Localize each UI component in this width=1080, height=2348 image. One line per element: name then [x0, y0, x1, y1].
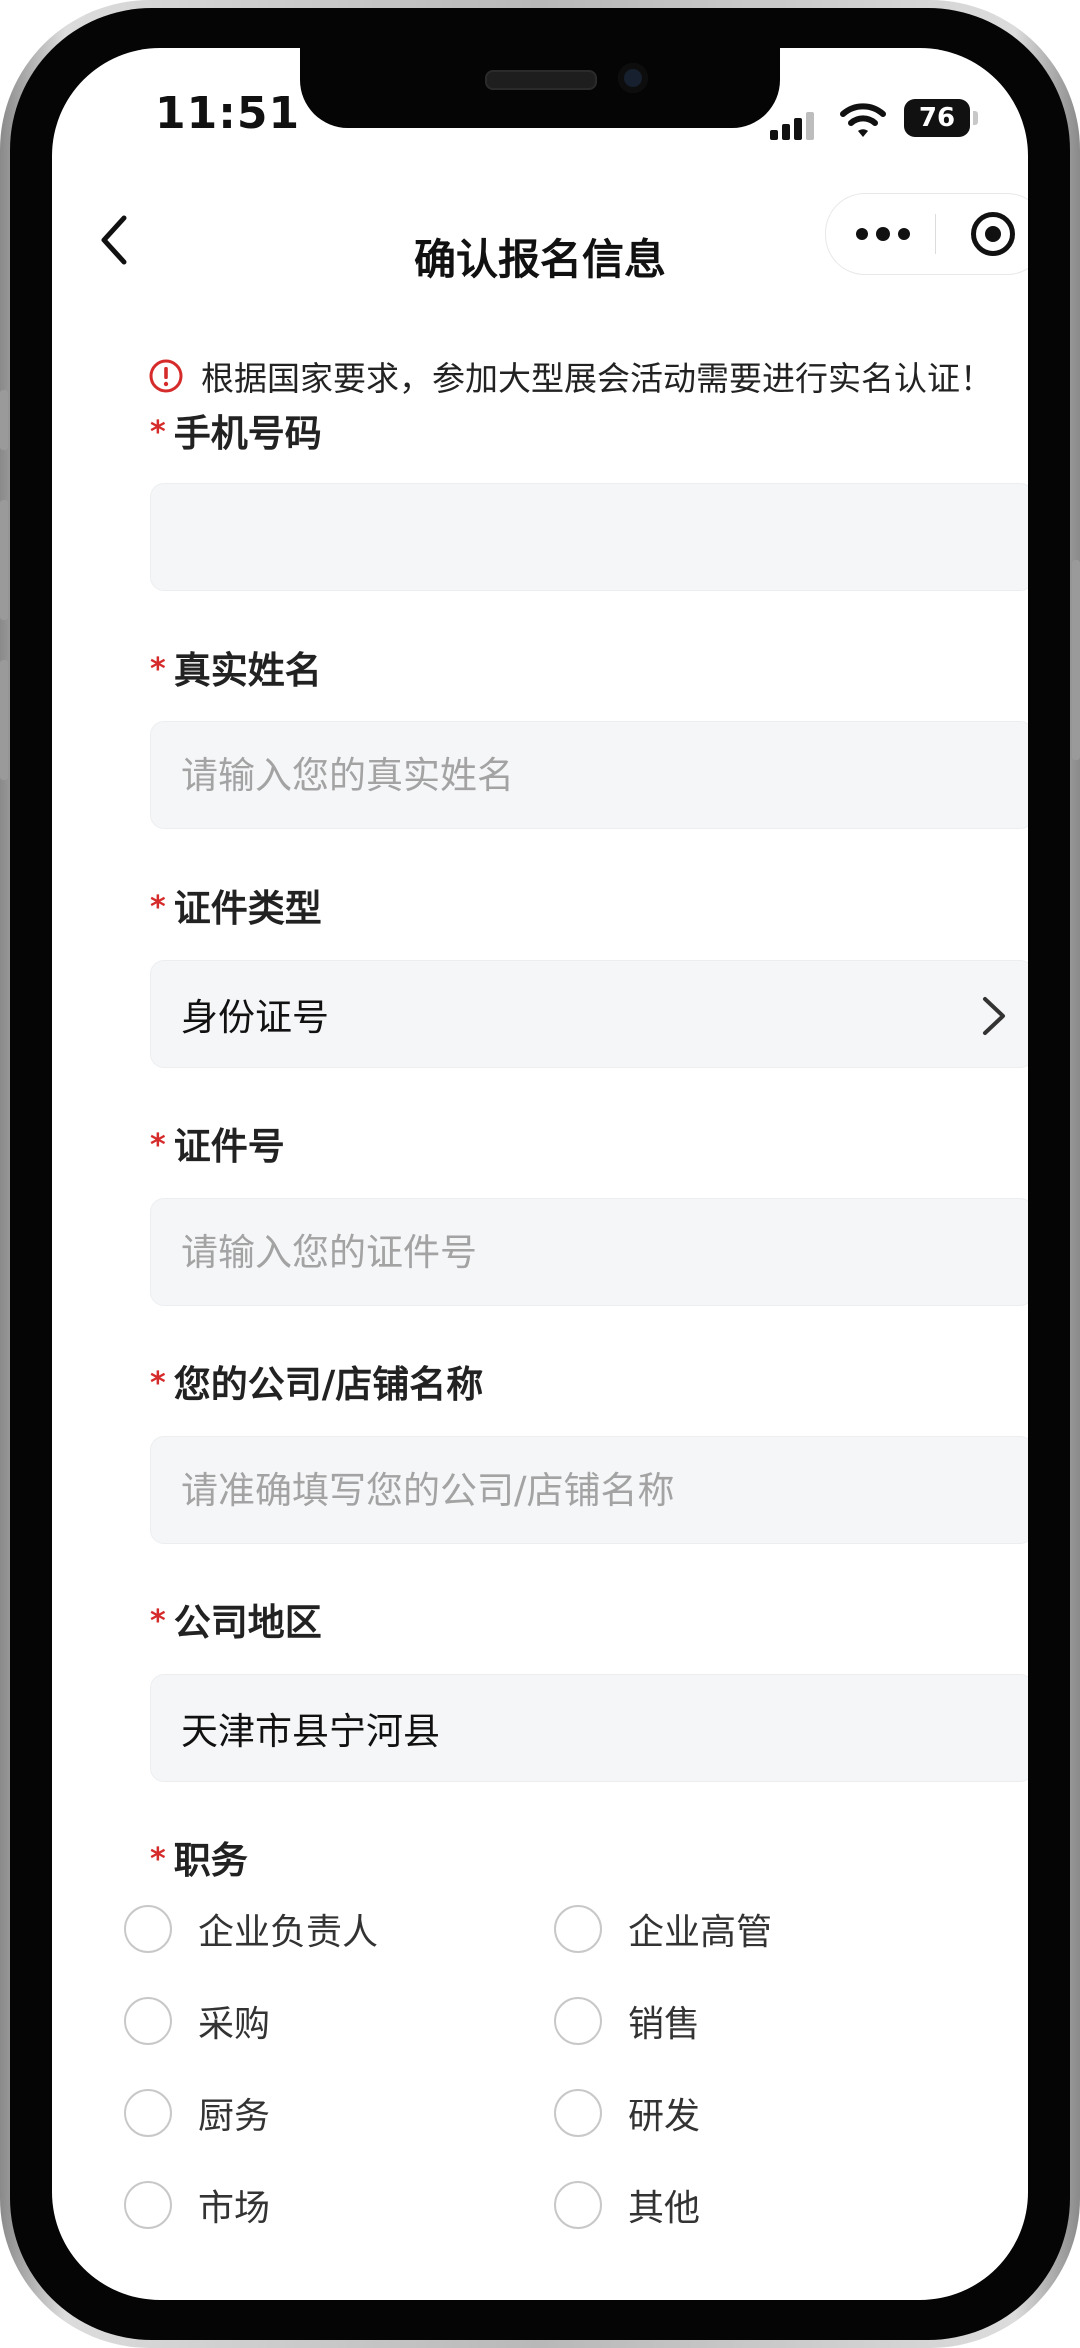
position-option[interactable]: 研发 [554, 2085, 700, 2141]
warning-icon [149, 359, 183, 393]
radio-label: 市场 [198, 2188, 271, 2229]
company-label: * 您的公司/店铺名称 [150, 1354, 483, 1408]
radio-circle[interactable] [124, 2089, 172, 2137]
capsule-divider [935, 214, 936, 254]
radio-circle[interactable] [554, 2089, 602, 2137]
radio-circle[interactable] [554, 1905, 602, 1953]
required-star: * [150, 1366, 166, 1401]
radio-circle[interactable] [124, 1905, 172, 1953]
required-star: * [150, 652, 166, 687]
id-type-label: * 证件类型 [150, 878, 322, 932]
phone-input[interactable] [150, 483, 1028, 591]
id-number-input[interactable] [150, 1198, 1028, 1306]
required-star: * [150, 1604, 166, 1639]
region-select[interactable]: 天津市县宁河县 [150, 1674, 1028, 1782]
radio-label: 销售 [628, 2004, 701, 2045]
battery-icon: 76 [904, 99, 970, 137]
side-button [1072, 560, 1080, 760]
position-option[interactable]: 企业负责人 [124, 1901, 378, 1957]
more-icon[interactable] [856, 216, 916, 252]
region-label: * 公司地区 [150, 1592, 322, 1646]
required-star: * [150, 415, 166, 450]
region-label-text: 公司地区 [173, 1601, 322, 1644]
position-option[interactable]: 销售 [554, 1993, 700, 2049]
screen: 11:51 76 确认报名信息 根据国家要求，参加大型展会活动需要进行实名认证！… [52, 48, 1028, 2300]
close-miniprogram-icon[interactable] [971, 212, 1015, 256]
radio-label: 其他 [628, 2188, 701, 2229]
radio-label: 企业高管 [628, 1912, 773, 1953]
radio-circle[interactable] [124, 1997, 172, 2045]
realname-notice: 根据国家要求，参加大型展会活动需要进行实名认证！ [149, 354, 993, 398]
radio-circle[interactable] [124, 2181, 172, 2229]
required-star: * [150, 890, 166, 925]
id-number-label-text: 证件号 [173, 1125, 285, 1168]
id-type-value: 身份证号 [181, 996, 329, 1039]
company-label-text: 您的公司/店铺名称 [173, 1363, 484, 1406]
radio-circle[interactable] [554, 2181, 602, 2229]
region-value: 天津市县宁河县 [181, 1710, 440, 1753]
id-type-select[interactable]: 身份证号 [150, 960, 1028, 1068]
battery-tip [973, 111, 978, 125]
side-button [0, 660, 8, 780]
wifi-icon [840, 103, 886, 137]
real-name-label-text: 真实姓名 [173, 649, 322, 692]
phone-label-text: 手机号码 [173, 412, 322, 455]
real-name-label: * 真实姓名 [150, 640, 322, 694]
phone-label: * 手机号码 [150, 403, 322, 457]
notice-text: 根据国家要求，参加大型展会活动需要进行实名认证！ [201, 359, 993, 398]
id-number-label: * 证件号 [150, 1116, 285, 1170]
position-option[interactable]: 市场 [124, 2177, 270, 2233]
side-button [0, 500, 8, 620]
back-icon[interactable] [96, 212, 136, 268]
radio-label: 企业负责人 [198, 1912, 379, 1953]
radio-label: 采购 [198, 2004, 271, 2045]
radio-label: 厨务 [198, 2096, 271, 2137]
speaker-grille [485, 70, 597, 90]
company-input[interactable] [150, 1436, 1028, 1544]
radio-circle[interactable] [554, 1997, 602, 2045]
id-type-label-text: 证件类型 [173, 887, 322, 930]
side-button [0, 390, 8, 450]
miniprogram-capsule [825, 193, 1028, 275]
position-option[interactable]: 其他 [554, 2177, 700, 2233]
real-name-input[interactable] [150, 721, 1028, 829]
position-option[interactable]: 采购 [124, 1993, 270, 2049]
position-option[interactable]: 厨务 [124, 2085, 270, 2141]
chevron-right-icon [983, 997, 1005, 1035]
signal-icon [770, 110, 820, 140]
required-star: * [150, 1842, 166, 1877]
front-camera [618, 63, 648, 93]
position-label: * 职务 [150, 1830, 248, 1884]
required-star: * [150, 1128, 166, 1163]
position-option[interactable]: 企业高管 [554, 1901, 772, 1957]
radio-label: 研发 [628, 2096, 701, 2137]
status-time: 11:51 [155, 88, 301, 139]
position-label-text: 职务 [173, 1839, 248, 1882]
